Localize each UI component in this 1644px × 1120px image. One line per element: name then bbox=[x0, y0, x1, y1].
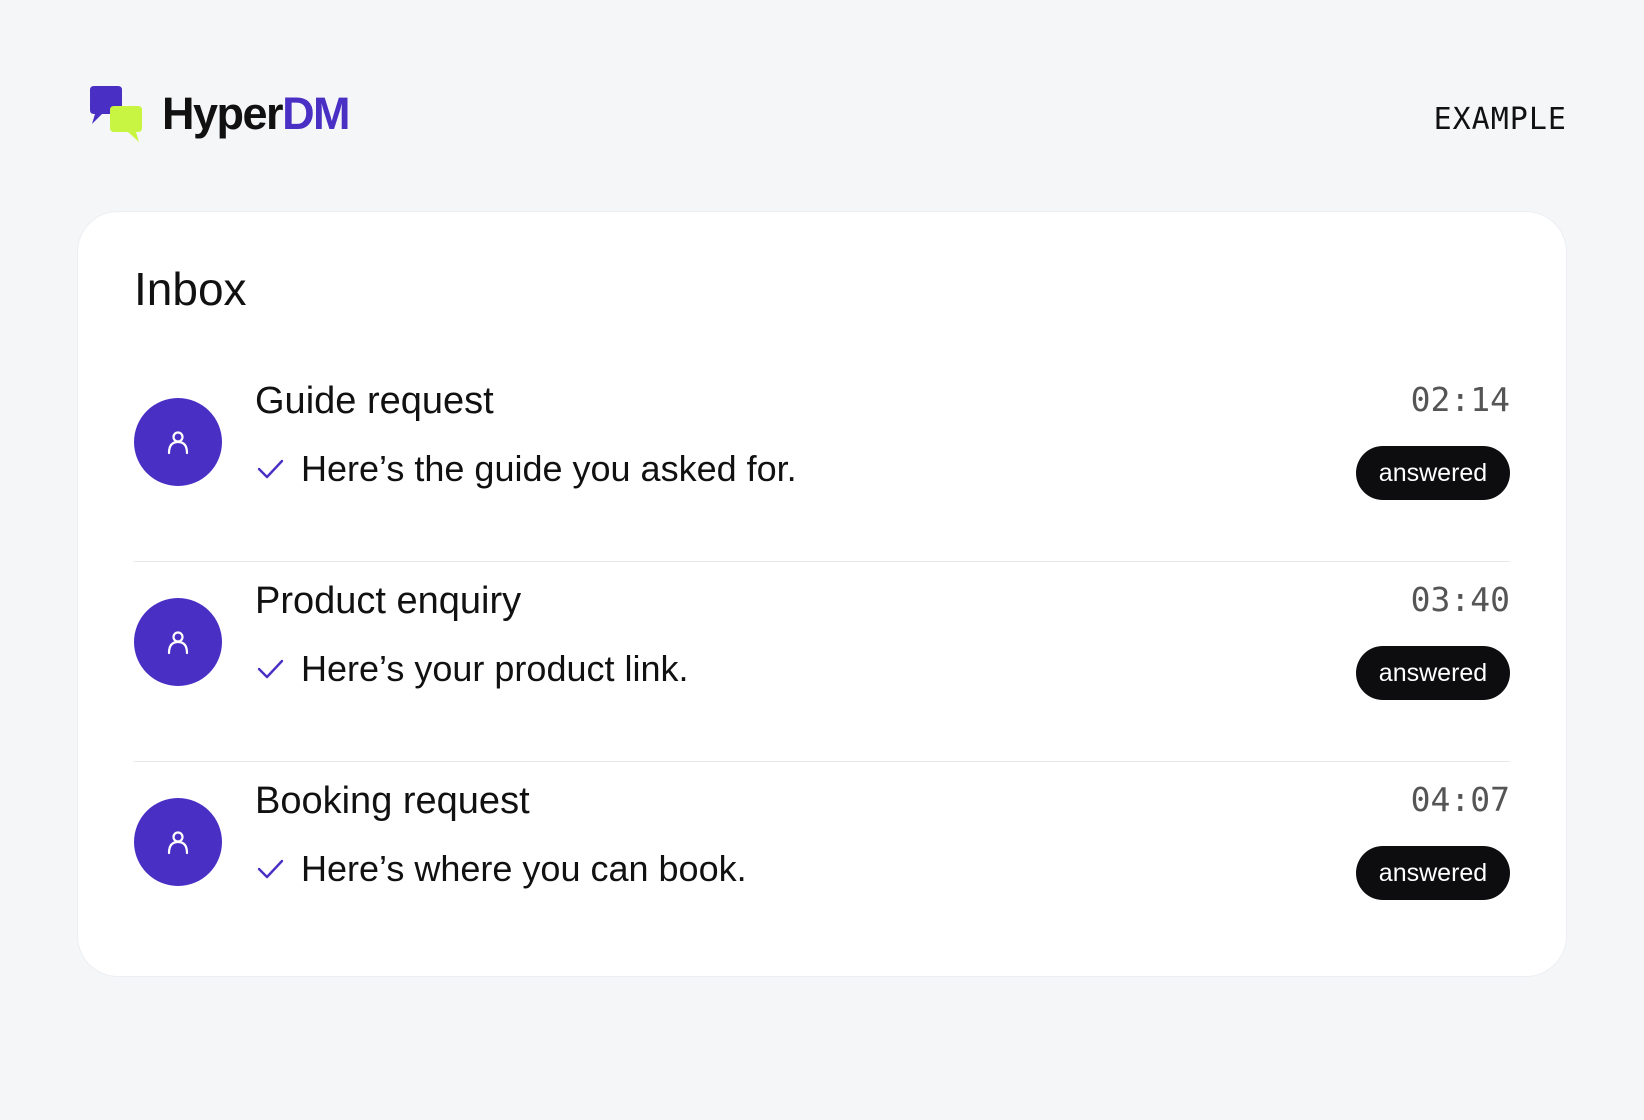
timestamp: 03:40 bbox=[1410, 580, 1510, 619]
chat-bubbles-icon bbox=[90, 86, 142, 142]
conversation-row[interactable]: Booking request Here’s where you can boo… bbox=[134, 762, 1510, 962]
message-text: Here’s the guide you asked for. bbox=[301, 448, 797, 489]
conversation-row[interactable]: Product enquiry Here’s your product link… bbox=[134, 562, 1510, 762]
check-icon bbox=[257, 859, 284, 879]
brand-logo[interactable]: HyperDM bbox=[86, 84, 351, 150]
conversation-title: Product enquiry bbox=[255, 580, 522, 622]
timestamp: 04:07 bbox=[1410, 780, 1510, 819]
header: HyperDM EXAMPLE bbox=[86, 84, 1567, 154]
check-icon bbox=[257, 459, 284, 479]
inbox-card: Inbox Guide request Here’s the guide you… bbox=[78, 212, 1566, 976]
avatar bbox=[134, 598, 222, 686]
timestamp: 02:14 bbox=[1410, 380, 1510, 419]
conversation-preview: Here’s your product link. bbox=[255, 648, 689, 690]
message-text: Here’s where you can book. bbox=[301, 848, 747, 889]
message-text: Here’s your product link. bbox=[301, 648, 689, 689]
status-badge: answered bbox=[1356, 646, 1510, 700]
brand-name: HyperDM bbox=[162, 87, 351, 139]
user-icon bbox=[167, 631, 189, 655]
avatar bbox=[134, 398, 222, 486]
conversation-title: Guide request bbox=[255, 380, 494, 422]
conversation-row[interactable]: Guide request Here’s the guide you asked… bbox=[134, 362, 1510, 562]
conversation-title: Booking request bbox=[255, 780, 530, 822]
status-badge: answered bbox=[1356, 846, 1510, 900]
conversation-list: Guide request Here’s the guide you asked… bbox=[134, 362, 1510, 962]
check-icon bbox=[257, 659, 284, 679]
conversation-preview: Here’s the guide you asked for. bbox=[255, 448, 797, 490]
brand-name-part2: DM bbox=[282, 87, 350, 139]
inbox-title: Inbox bbox=[134, 263, 247, 315]
conversation-preview: Here’s where you can book. bbox=[255, 848, 747, 890]
avatar bbox=[134, 798, 222, 886]
user-icon bbox=[167, 431, 189, 455]
brand-name-part1: Hyper bbox=[162, 87, 284, 139]
user-icon bbox=[167, 831, 189, 855]
status-badge: answered bbox=[1356, 446, 1510, 500]
example-label: EXAMPLE bbox=[1433, 102, 1567, 137]
